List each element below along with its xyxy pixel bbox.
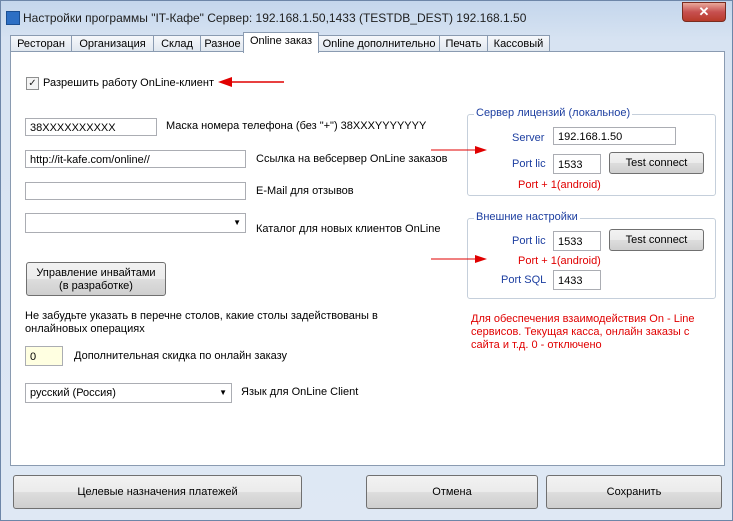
tab-online-order[interactable]: Online заказ	[243, 32, 319, 53]
feedback-email-input[interactable]	[25, 182, 246, 200]
tables-note: Не забудьте указать в перечне столов, ка…	[25, 310, 378, 335]
external-test-connect-button[interactable]: Test connect	[609, 229, 704, 251]
external-port-label: Port lic	[512, 235, 546, 247]
window-title: Настройки программы "IT-Кафе" Сервер: 19…	[23, 11, 527, 25]
tab-print[interactable]: Печать	[439, 35, 488, 52]
external-port-note: Port + 1(android)	[518, 255, 601, 267]
language-select[interactable]: русский (Россия) ▼	[25, 383, 232, 403]
server-label: Server	[512, 132, 545, 144]
license-server-group: Сервер лицензий (локальное) Server 192.1…	[467, 107, 716, 196]
online-discount-label: Дополнительная скидка по онлайн заказу	[74, 350, 288, 362]
tab-cash[interactable]: Кассовый	[487, 35, 550, 52]
external-port-input[interactable]: 1533	[553, 231, 601, 251]
language-select-value: русский (Россия)	[30, 387, 116, 399]
enable-online-checkbox[interactable]: ✓	[26, 77, 39, 90]
feedback-email-label: E-Mail для отзывов	[256, 185, 354, 197]
license-test-connect-button[interactable]: Test connect	[609, 152, 704, 174]
close-icon[interactable]: ✕	[682, 2, 726, 22]
tab-organization[interactable]: Организация	[71, 35, 154, 52]
arrow-annotation-license	[431, 146, 487, 154]
catalog-label: Каталог для новых клиентов OnLine	[256, 223, 441, 235]
sql-port-label: Port SQL	[501, 274, 547, 286]
webserver-url-input[interactable]: http://it-kafe.com/online//	[25, 150, 246, 168]
license-server-input[interactable]: 192.168.1.50	[553, 127, 676, 145]
phone-mask-label: Маска номера телефона (без "+") 38XXXYYY…	[166, 120, 427, 132]
cancel-button[interactable]: Отмена	[366, 475, 538, 509]
arrow-annotation-checkbox	[218, 77, 284, 87]
external-settings-title: Внешние настройки	[474, 211, 580, 223]
license-port-label: Port lic	[512, 158, 546, 170]
external-settings-group: Внешние настройки Port lic 1533 Test con…	[467, 211, 716, 299]
license-port-input[interactable]: 1533	[553, 154, 601, 174]
payment-purposes-button[interactable]: Целевые назначения платежей	[13, 475, 302, 509]
online-order-panel: ✓ Разрешить работу OnLine-клиент 38XXXXX…	[10, 51, 725, 466]
sql-port-input[interactable]: 1433	[553, 270, 601, 290]
tab-warehouse[interactable]: Склад	[153, 35, 201, 52]
manage-invites-line1: Управление инвайтами	[36, 267, 156, 279]
tab-misc[interactable]: Разное	[200, 35, 245, 52]
tab-restaurant[interactable]: Ресторан	[10, 35, 72, 52]
license-port-note: Port + 1(android)	[518, 179, 601, 191]
app-icon	[6, 11, 20, 25]
webserver-url-label: Ссылка на вебсервер OnLine заказов	[256, 153, 448, 165]
save-button[interactable]: Сохранить	[546, 475, 722, 509]
online-discount-input[interactable]: 0	[25, 346, 63, 366]
manage-invites-button[interactable]: Управление инвайтами (в разработке)	[26, 262, 166, 296]
catalog-select[interactable]: ▼	[25, 213, 246, 233]
title-bar[interactable]: Настройки программы "IT-Кафе" Сервер: 19…	[1, 1, 732, 31]
settings-window: Настройки программы "IT-Кафе" Сервер: 19…	[0, 0, 733, 521]
online-services-note: Для обеспечения взаимодействия On - Line…	[471, 313, 695, 351]
manage-invites-line2: (в разработке)	[59, 280, 133, 292]
arrow-annotation-external	[431, 255, 487, 263]
phone-mask-input[interactable]: 38XXXXXXXXXX	[25, 118, 157, 136]
chevron-down-icon: ▼	[219, 388, 227, 397]
tab-online-extra[interactable]: Online дополнительно	[318, 35, 440, 52]
enable-online-label: Разрешить работу OnLine-клиент	[43, 77, 215, 89]
license-server-title: Сервер лицензий (локальное)	[474, 107, 633, 119]
chevron-down-icon: ▼	[233, 218, 241, 227]
language-label: Язык для OnLine Client	[241, 386, 359, 398]
